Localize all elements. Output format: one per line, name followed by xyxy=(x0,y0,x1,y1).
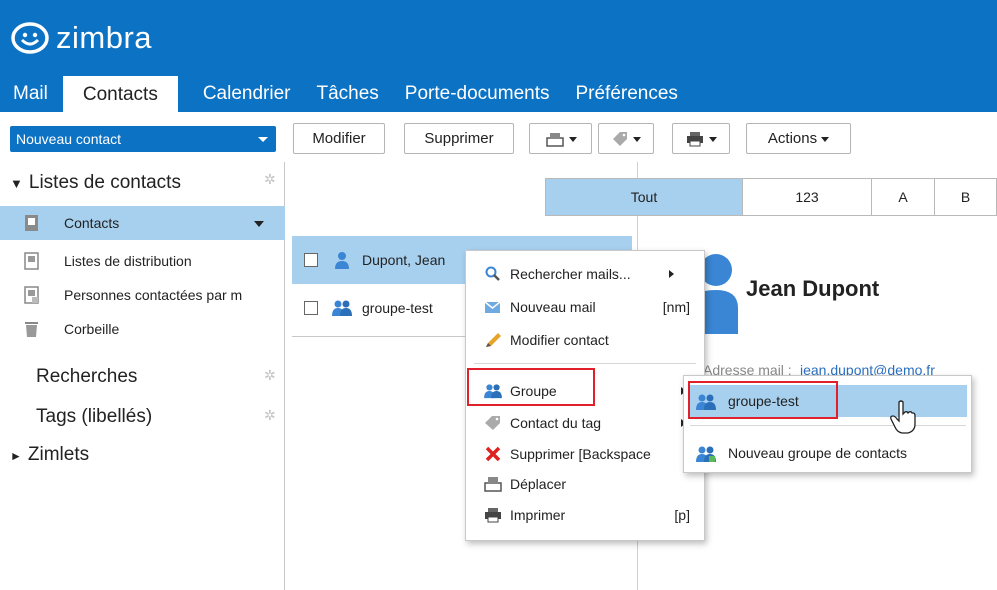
new-contact-label: Nouveau contact xyxy=(16,131,122,147)
tag-icon xyxy=(485,416,500,430)
contact-lists-header[interactable]: ▼ Listes de contacts xyxy=(10,172,181,194)
row-checkbox[interactable] xyxy=(304,253,318,267)
contact-detail-name: Jean Dupont xyxy=(746,276,880,301)
sidebar-item-distribution-lists[interactable]: Listes de distribution xyxy=(0,244,285,278)
group-submenu: groupe-test Nouveau groupe de contacts xyxy=(683,375,972,473)
print-button[interactable] xyxy=(672,123,730,154)
highlight-box xyxy=(467,368,595,406)
alpha-all-button[interactable]: Tout xyxy=(546,179,743,215)
chevron-down-icon xyxy=(821,136,830,142)
gear-icon[interactable]: ✲ xyxy=(264,172,276,188)
highlight-box xyxy=(688,381,838,419)
chevron-down-icon xyxy=(709,136,717,142)
new-mail-icon xyxy=(484,301,501,313)
app-header: zimbra Mail Contacts Calendrier Tâches P… xyxy=(0,0,997,112)
move-button[interactable] xyxy=(529,123,592,154)
contact-name: groupe-test xyxy=(362,300,433,316)
submenu-item-new-group[interactable]: Nouveau groupe de contacts xyxy=(684,437,971,469)
menu-item-move[interactable]: Déplacer xyxy=(466,471,704,497)
tab-calendrier[interactable]: Calendrier xyxy=(190,78,304,112)
menu-item-print[interactable]: Imprimer [p] xyxy=(466,502,704,528)
tag-icon xyxy=(613,132,627,147)
zimlets-header[interactable]: ► Zimlets xyxy=(10,444,89,466)
actions-label: Actions xyxy=(767,130,818,147)
chevron-down-icon xyxy=(633,136,641,142)
alpha-a-button[interactable]: A xyxy=(872,179,935,215)
logo-text: zimbra xyxy=(56,20,153,55)
print-icon xyxy=(687,132,703,147)
zimbra-logo-icon xyxy=(11,22,49,54)
tags-header[interactable]: Tags (libellés) xyxy=(36,406,152,428)
emailed-contacts-icon xyxy=(24,286,39,304)
alpha-b-button[interactable]: B xyxy=(935,179,996,215)
delete-x-icon xyxy=(485,446,501,462)
menu-item-tag-contact[interactable]: Contact du tag xyxy=(466,410,704,436)
menu-item-delete[interactable]: Supprimer [Backspace xyxy=(466,441,704,467)
submenu-arrow-icon xyxy=(669,270,674,278)
menu-item-search-mails[interactable]: Rechercher mails... xyxy=(466,261,704,287)
menu-separator xyxy=(690,425,966,426)
person-icon xyxy=(335,252,349,269)
contact-name: Dupont, Jean xyxy=(362,252,446,268)
new-group-icon xyxy=(696,446,716,462)
sidebar: ▼ Listes de contacts ✲ Contacts Listes de… xyxy=(0,162,285,590)
menu-item-edit-contact[interactable]: Modifier contact xyxy=(466,327,704,353)
tab-contacts[interactable]: Contacts xyxy=(62,76,178,112)
address-book-icon xyxy=(25,215,38,231)
zimbra-logo[interactable]: zimbra xyxy=(10,20,152,56)
triangle-down-icon: ▼ xyxy=(10,176,23,191)
menu-separator xyxy=(474,363,696,364)
trash-icon xyxy=(25,322,38,337)
alpha-123-button[interactable]: 123 xyxy=(743,179,872,215)
context-menu: Rechercher mails... Nouveau mail [nm] Mo… xyxy=(465,250,705,541)
chevron-down-icon[interactable] xyxy=(258,137,268,142)
tab-preferences[interactable]: Préférences xyxy=(562,78,690,112)
alphabet-filter-bar: Tout 123 A B xyxy=(545,178,997,216)
move-icon xyxy=(545,133,564,147)
searches-header[interactable]: Recherches xyxy=(36,366,137,388)
gear-icon[interactable]: ✲ xyxy=(264,368,276,384)
sidebar-item-emailed-contacts[interactable]: Personnes contactées par m xyxy=(0,278,285,312)
gear-icon[interactable]: ✲ xyxy=(264,408,276,424)
modify-button[interactable]: Modifier xyxy=(293,123,385,154)
menu-item-new-mail[interactable]: Nouveau mail [nm] xyxy=(466,294,704,320)
actions-button[interactable]: Actions xyxy=(746,123,851,154)
group-icon xyxy=(332,300,352,316)
sidebar-item-trash[interactable]: Corbeille xyxy=(0,312,285,346)
tab-porte-documents[interactable]: Porte-documents xyxy=(392,78,563,112)
sidebar-item-contacts[interactable]: Contacts xyxy=(0,206,285,240)
distribution-list-icon xyxy=(24,252,39,270)
delete-button[interactable]: Supprimer xyxy=(404,123,514,154)
tag-button[interactable] xyxy=(598,123,654,154)
row-checkbox[interactable] xyxy=(304,301,318,315)
new-contact-button[interactable]: Nouveau contact xyxy=(10,126,276,152)
toolbar: Nouveau contact Modifier Supprimer Actio… xyxy=(0,112,997,162)
print-icon xyxy=(485,508,501,523)
chevron-down-icon xyxy=(568,136,577,142)
tab-mail[interactable]: Mail xyxy=(0,78,61,112)
move-icon xyxy=(484,477,502,492)
hand-cursor-icon xyxy=(890,400,916,434)
edit-pencil-icon xyxy=(486,333,501,347)
triangle-right-icon: ► xyxy=(10,449,22,463)
chevron-down-icon[interactable] xyxy=(254,221,264,227)
search-icon xyxy=(485,266,500,281)
tab-taches[interactable]: Tâches xyxy=(303,78,391,112)
app-tabs: Mail Contacts Calendrier Tâches Porte-do… xyxy=(0,76,691,112)
